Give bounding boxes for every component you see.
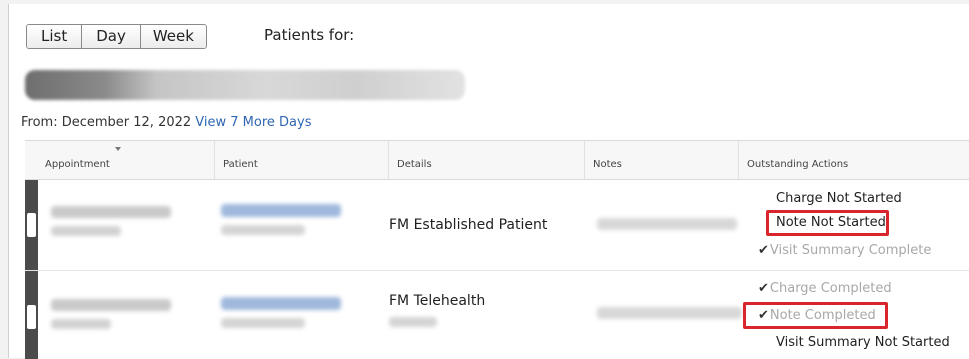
appointment-details: FM Telehealth [389, 293, 486, 309]
action-visit-summary-status[interactable]: Visit Summary Not Started [776, 335, 950, 350]
action-charge-status[interactable]: Charge Not Started [776, 191, 902, 206]
table-row[interactable]: FM Telehealth ✔Charge Completed ✔Note Co… [25, 271, 969, 359]
row-handle[interactable] [25, 271, 38, 359]
list-view-button[interactable]: List [27, 25, 83, 48]
sort-caret-icon [115, 147, 121, 151]
table-header: Appointment Patient Details Notes Outsta… [25, 141, 969, 180]
date-range-line: From: December 12, 2022 View 7 More Days [21, 115, 311, 130]
patient-name-redacted[interactable] [221, 204, 341, 217]
appointment-time-redacted [51, 206, 171, 218]
checkmark-icon: ✔ [758, 243, 769, 258]
table-row[interactable]: FM Established Patient Charge Not Starte… [25, 180, 969, 271]
highlight-box [766, 210, 889, 236]
week-view-button[interactable]: Week [140, 25, 206, 48]
view-toggle: List Day Week [26, 24, 207, 49]
checkmark-icon: ✔ [758, 281, 769, 296]
column-header-appointment[interactable]: Appointment [25, 141, 215, 179]
column-header-notes[interactable]: Notes [585, 141, 739, 179]
notes-redacted [597, 218, 737, 230]
view-more-days-link[interactable]: View 7 More Days [195, 115, 311, 130]
patients-for-label: Patients for: [264, 26, 355, 44]
column-header-outstanding-actions[interactable]: Outstanding Actions [739, 141, 969, 179]
column-header-details[interactable]: Details [389, 141, 585, 179]
column-header-patient[interactable]: Patient [215, 141, 389, 179]
appointment-details: FM Established Patient [389, 217, 548, 233]
action-visit-summary-status[interactable]: ✔Visit Summary Complete [758, 243, 931, 258]
patient-name-redacted[interactable] [221, 297, 341, 310]
action-charge-status[interactable]: ✔Charge Completed [758, 281, 892, 296]
from-date-label: From: December 12, 2022 [21, 115, 192, 130]
highlight-box [743, 302, 888, 329]
row-handle[interactable] [25, 180, 38, 270]
notes-redacted [597, 307, 742, 319]
appointments-table: Appointment Patient Details Notes Outsta… [25, 140, 969, 359]
appointment-time-redacted [51, 299, 171, 311]
day-view-button[interactable]: Day [82, 25, 141, 48]
provider-select-redacted[interactable] [25, 70, 465, 100]
